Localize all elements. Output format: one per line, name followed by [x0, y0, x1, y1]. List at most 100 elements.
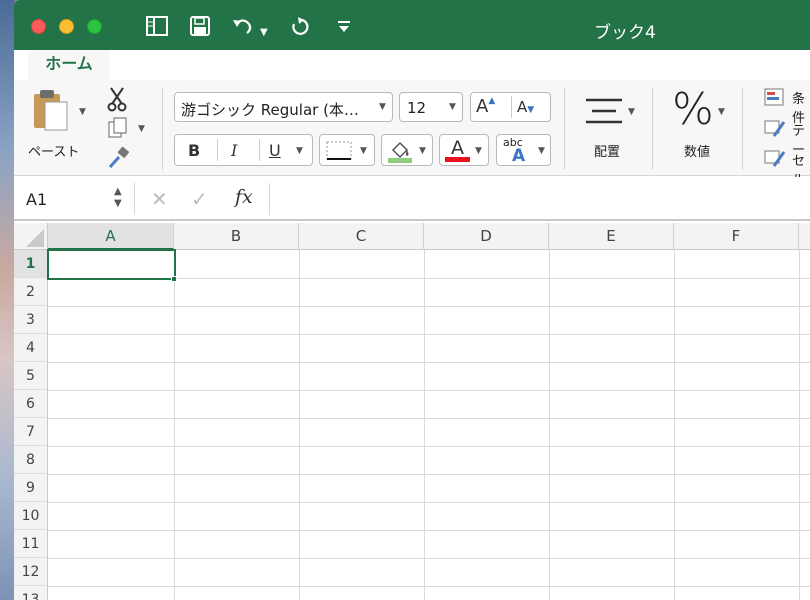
grow-font-button[interactable]: A▲: [476, 96, 495, 117]
redo-icon[interactable]: [290, 16, 310, 42]
gridline: [48, 390, 810, 391]
column-header-d[interactable]: D: [424, 223, 549, 250]
tab-view[interactable]: 表示: [574, 50, 624, 80]
font-size-select[interactable]: 12 ▼: [399, 92, 463, 122]
insert-function-icon[interactable]: fx: [235, 186, 253, 208]
font-style-group: B I U ▼: [174, 134, 313, 166]
shrink-font-button[interactable]: A▼: [517, 98, 534, 116]
gridline: [48, 362, 810, 363]
chevron-down-icon: ▼: [379, 102, 386, 112]
copy-icon[interactable]: [108, 117, 128, 143]
alignment-icon[interactable]: [584, 96, 624, 132]
column-header-e[interactable]: E: [549, 223, 674, 250]
name-box-stepper[interactable]: ▲ ▼: [114, 186, 122, 210]
row-header-9[interactable]: 9: [14, 474, 48, 502]
format-painter-icon[interactable]: [107, 146, 131, 174]
row-header-5[interactable]: 5: [14, 362, 48, 390]
paste-label[interactable]: ペースト: [28, 141, 79, 160]
gridline: [48, 558, 810, 559]
column-header-c[interactable]: C: [299, 223, 424, 250]
number-dropdown-caret[interactable]: ▼: [718, 107, 725, 117]
row-header-4[interactable]: 4: [14, 334, 48, 362]
gridline: [549, 250, 550, 600]
borders-button[interactable]: ▼: [319, 134, 375, 166]
shrink-font-label: A: [517, 98, 528, 116]
fill-color-button[interactable]: ▼: [381, 134, 433, 166]
customize-toolbar-icon[interactable]: [336, 19, 352, 41]
tab-review[interactable]: 校閲: [502, 50, 552, 80]
number-format-icon[interactable]: %: [672, 84, 714, 135]
row-header-7[interactable]: 7: [14, 418, 48, 446]
divider: [511, 96, 512, 118]
gridline: [48, 334, 810, 335]
number-label[interactable]: 数値: [684, 141, 710, 160]
bold-button[interactable]: B: [188, 141, 200, 160]
sidebar-icon[interactable]: [146, 16, 168, 42]
name-box[interactable]: A1: [26, 190, 47, 209]
font-name-select[interactable]: 游ゴシック Regular (本… ▼: [174, 92, 393, 122]
worksheet-grid[interactable]: A B C D E F 1 2 3 4 5 6 7 8 9 10 11 12 1…: [14, 223, 810, 600]
tab-formulas[interactable]: 数式: [344, 50, 394, 80]
font-color-swatch: [445, 157, 470, 162]
active-cell-a1[interactable]: [47, 249, 176, 280]
tab-data[interactable]: データ: [416, 50, 480, 80]
triangle-down-icon: ▼: [527, 105, 535, 115]
column-header-b[interactable]: B: [174, 223, 299, 250]
borders-icon: [326, 141, 352, 160]
column-header-g[interactable]: [799, 223, 810, 250]
ribbon-separator: [742, 88, 743, 170]
paste-dropdown-caret[interactable]: ▼: [79, 107, 86, 117]
conditional-formatting-icon[interactable]: [764, 88, 784, 110]
ribbon-home: ▼ ペースト ▼ 游ゴシック Regular (本… ▼ 12 ▼ A▲ A▼ …: [14, 80, 810, 188]
undo-dropdown-caret[interactable]: ▼: [260, 22, 268, 44]
save-icon[interactable]: [190, 16, 210, 42]
underline-dropdown-caret[interactable]: ▼: [296, 146, 303, 156]
chevron-down-icon: ▼: [419, 146, 426, 156]
minimize-window-button[interactable]: [59, 19, 74, 34]
gridline: [299, 250, 300, 600]
row-header-13[interactable]: 13: [14, 586, 48, 600]
tab-page-layout[interactable]: 印刷レイアウト: [194, 50, 322, 80]
tab-home[interactable]: ホーム: [28, 50, 110, 80]
row-header-3[interactable]: 3: [14, 306, 48, 334]
excel-window: ▼ ブック4 ホーム 挿入 印刷レイアウト 数式 データ 校閲 表示 ▼ ペース…: [14, 0, 810, 600]
font-color-button[interactable]: A ▼: [439, 134, 489, 166]
underline-button[interactable]: U: [269, 141, 281, 160]
ribbon-separator: [564, 88, 565, 170]
cut-icon[interactable]: [106, 86, 128, 116]
column-header-f[interactable]: F: [674, 223, 799, 250]
alignment-label[interactable]: 配置: [594, 141, 620, 160]
row-header-2[interactable]: 2: [14, 278, 48, 306]
enter-check-icon[interactable]: ✓: [191, 187, 208, 211]
gridline: [424, 250, 425, 600]
desktop-background: [0, 0, 14, 600]
chevron-down-icon: ▼: [449, 102, 456, 112]
cancel-icon[interactable]: ✕: [151, 187, 168, 211]
close-window-button[interactable]: [31, 19, 46, 34]
row-header-8[interactable]: 8: [14, 446, 48, 474]
column-header-a[interactable]: A: [48, 223, 174, 250]
copy-dropdown-caret[interactable]: ▼: [138, 124, 145, 134]
tab-insert[interactable]: 挿入: [122, 50, 172, 80]
format-as-table-icon[interactable]: [764, 118, 786, 142]
italic-button[interactable]: I: [231, 141, 237, 160]
gridline: [174, 250, 175, 600]
font-size-step-group: A▲ A▼: [470, 92, 551, 122]
row-header-12[interactable]: 12: [14, 558, 48, 586]
gridline: [48, 418, 810, 419]
fill-handle[interactable]: [171, 276, 177, 282]
select-all-button[interactable]: [14, 223, 48, 250]
alignment-dropdown-caret[interactable]: ▼: [628, 107, 635, 117]
row-header-11[interactable]: 11: [14, 530, 48, 558]
fill-color-icon: [388, 141, 412, 163]
cell-styles-icon[interactable]: [764, 148, 786, 172]
row-header-1[interactable]: 1: [14, 250, 48, 278]
column-header-row: A B C D E F: [14, 223, 810, 250]
paste-icon[interactable]: [32, 88, 70, 136]
undo-icon[interactable]: [232, 16, 254, 42]
wrap-text-button[interactable]: abc A ▼: [496, 134, 551, 166]
row-header-6[interactable]: 6: [14, 390, 48, 418]
row-header-10[interactable]: 10: [14, 502, 48, 530]
zoom-window-button[interactable]: [87, 19, 102, 34]
gridline: [48, 502, 810, 503]
